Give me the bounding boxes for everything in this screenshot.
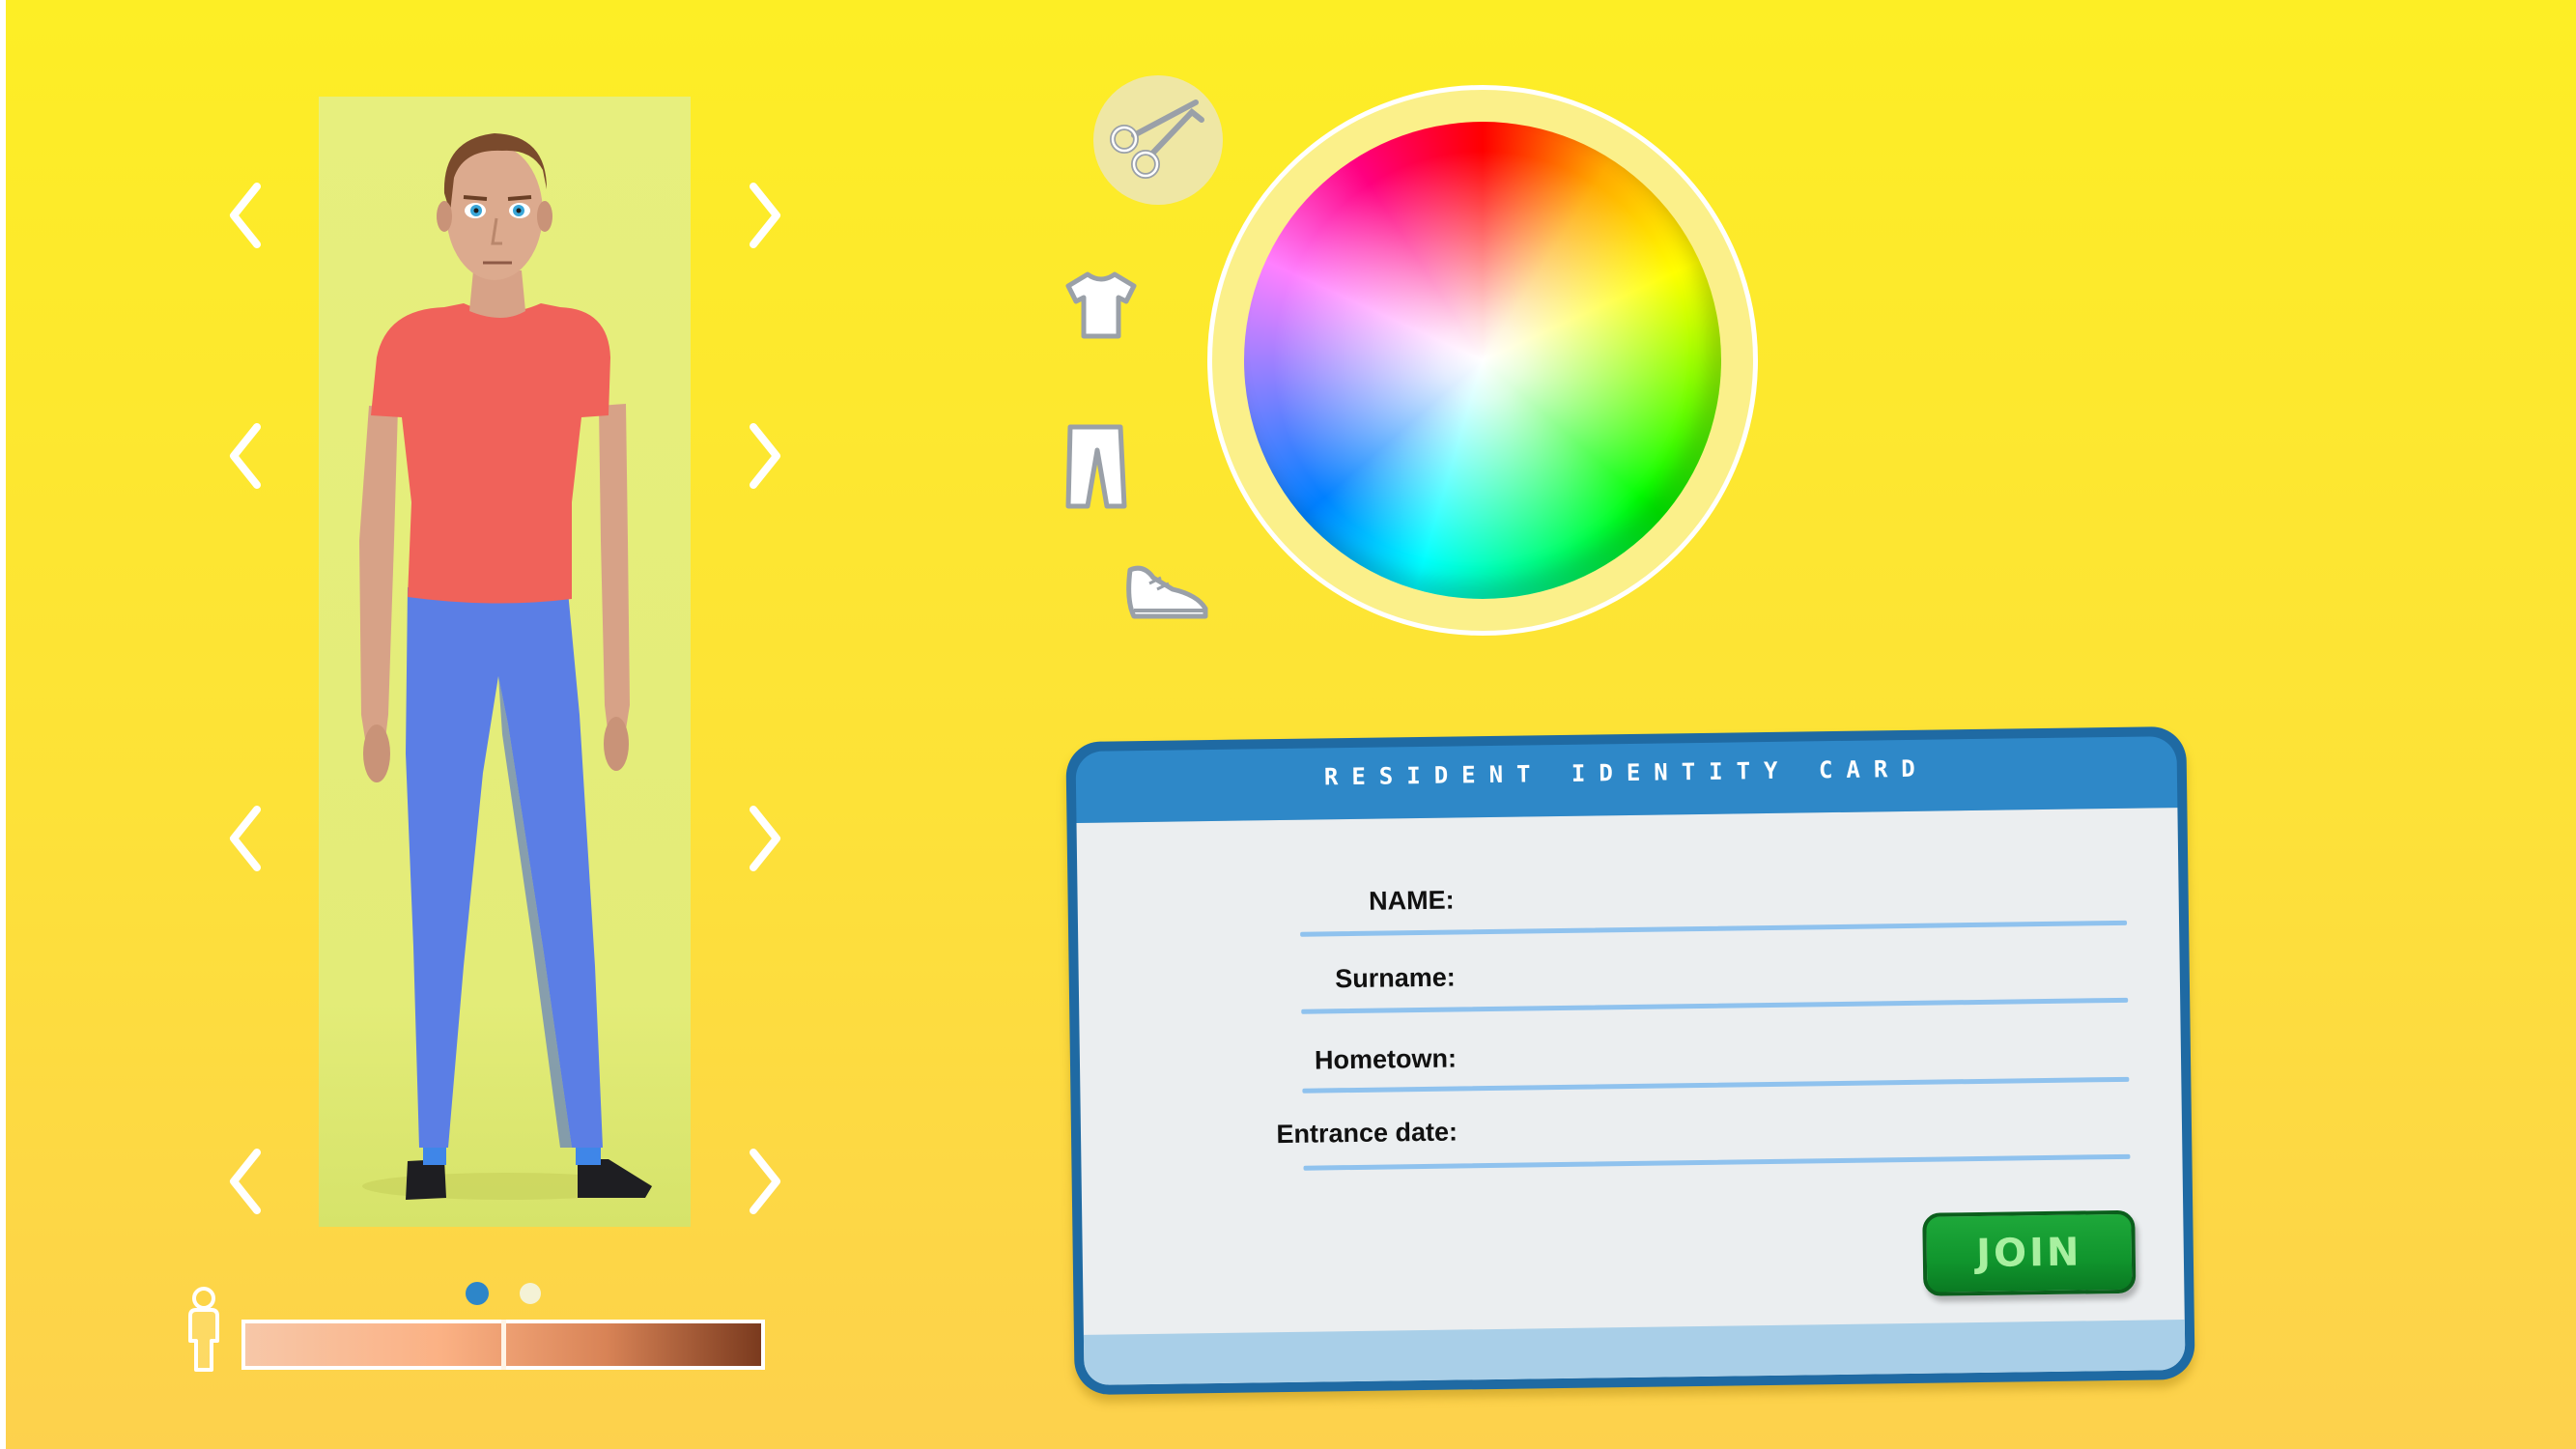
next-shoes-arrow[interactable] (742, 1143, 790, 1220)
name-label: NAME: (1368, 885, 1455, 916)
hometown-input[interactable] (1465, 1025, 2051, 1077)
hometown-underline (1302, 1076, 2130, 1094)
name-input[interactable] (1463, 868, 2048, 921)
card-body: NAME: Surname: Hometown: Entrance date: … (1076, 808, 2186, 1385)
card-title: RESIDENT IDENTITY CARD (1323, 754, 1929, 791)
join-button[interactable]: JOIN (1922, 1209, 2137, 1296)
next-pants-arrow[interactable] (742, 800, 790, 877)
hometown-label: Hometown: (1314, 1043, 1458, 1075)
character-preview[interactable] (319, 97, 691, 1227)
surname-input[interactable] (1464, 946, 2050, 998)
skin-tone-slider[interactable] (241, 1320, 765, 1370)
color-wheel[interactable] (1244, 122, 1721, 599)
shirt-icon[interactable] (1062, 269, 1140, 342)
surname-label: Surname: (1335, 962, 1456, 994)
prev-hair-arrow[interactable] (220, 177, 269, 254)
next-shirt-arrow[interactable] (742, 417, 790, 495)
character-model (359, 133, 652, 1200)
page-indicator (466, 1279, 543, 1308)
prev-shirt-arrow[interactable] (220, 417, 269, 495)
sneaker-icon[interactable] (1120, 556, 1213, 628)
left-edge-strip (0, 0, 6, 1449)
prev-pants-arrow[interactable] (220, 800, 269, 877)
page-dot-active[interactable] (466, 1282, 489, 1305)
page-dot-inactive[interactable] (520, 1283, 541, 1304)
entrance-date-input[interactable] (1466, 1100, 2052, 1152)
scissors-icon[interactable] (1101, 91, 1217, 187)
next-hair-arrow[interactable] (742, 177, 790, 254)
resident-identity-card: RESIDENT IDENTITY CARD NAME: Surname: Ho… (1065, 725, 2195, 1396)
person-icon (179, 1285, 229, 1378)
skin-tone-slider-thumb[interactable] (501, 1320, 506, 1370)
entrance-date-label: Entrance date: (1276, 1117, 1458, 1150)
name-underline (1300, 920, 2128, 937)
surname-underline (1301, 997, 2129, 1014)
card-footer (1083, 1320, 2186, 1385)
prev-shoes-arrow[interactable] (220, 1143, 269, 1220)
entrance-date-underline (1303, 1153, 2131, 1171)
pants-icon[interactable] (1059, 421, 1132, 512)
